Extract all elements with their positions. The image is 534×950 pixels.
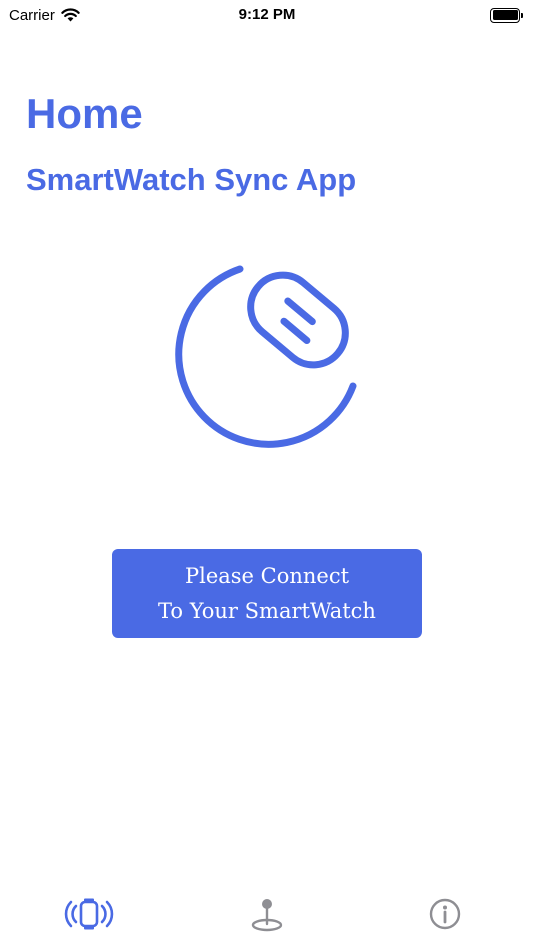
connect-button-line2: To Your SmartWatch <box>158 598 376 623</box>
tab-info[interactable] <box>356 894 534 934</box>
connect-button-line1: Please Connect <box>184 563 350 588</box>
battery-icon <box>490 7 523 23</box>
status-bar: Carrier 9:12 PM <box>0 0 534 30</box>
connect-smartwatch-button[interactable]: Please Connect To Your SmartWatch <box>112 549 422 638</box>
tab-bar <box>0 888 534 950</box>
home-screen: Carrier 9:12 PM Home SmartWatch Sync App… <box>0 0 534 950</box>
battery-level <box>492 10 518 20</box>
status-time: 9:12 PM <box>238 6 296 23</box>
smartwatch-connect-icon <box>175 265 357 448</box>
tab-watch-sync[interactable] <box>0 894 178 934</box>
hero-illustration <box>168 258 368 458</box>
page-title: Home <box>26 90 143 137</box>
info-icon <box>429 898 461 930</box>
watch-sync-icon <box>64 898 114 930</box>
tab-location[interactable] <box>178 894 356 934</box>
page-subtitle: SmartWatch Sync App <box>26 162 357 197</box>
location-pin-icon <box>251 899 283 932</box>
